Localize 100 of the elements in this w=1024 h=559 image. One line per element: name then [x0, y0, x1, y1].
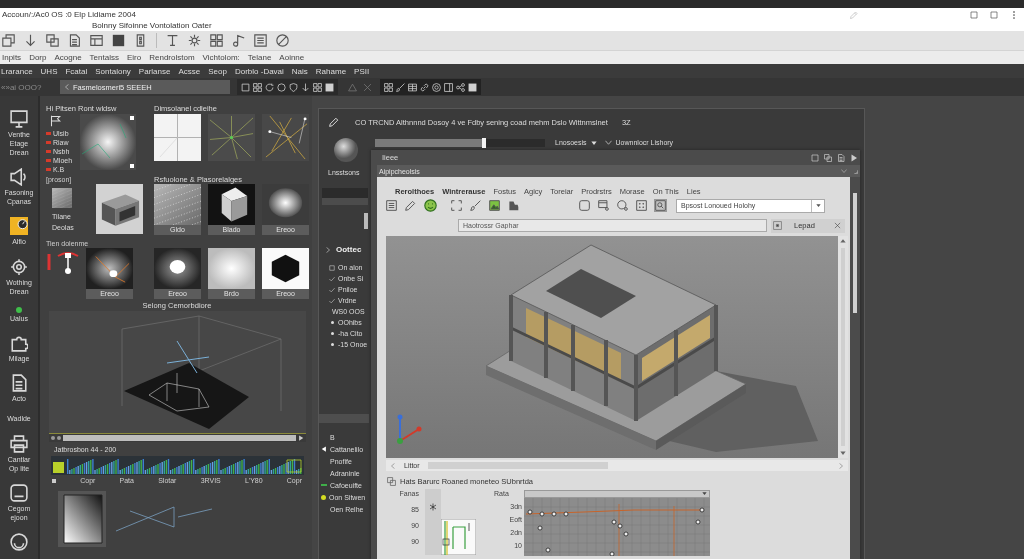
menu-item[interactable]: Parlanse [138, 66, 171, 76]
menu-item[interactable]: Telane [247, 53, 272, 62]
panel-icon[interactable] [444, 82, 453, 92]
marker-icon [46, 132, 51, 135]
menu-item[interactable]: Fcatal [65, 66, 88, 76]
music-note-icon[interactable] [232, 34, 245, 47]
ring-icon[interactable] [10, 532, 28, 551]
vertical-scrollbar[interactable] [850, 177, 860, 559]
close-icon[interactable] [834, 222, 841, 229]
text-icon[interactable] [166, 34, 179, 47]
page-subtitle: Bolnny Sifoinne Vontolation Oater [92, 21, 212, 31]
refresh-icon[interactable] [265, 82, 274, 92]
block-icon[interactable] [508, 200, 519, 211]
menu-item[interactable]: Aoinne [279, 53, 305, 62]
asterisk-icon [429, 503, 437, 511]
horizontal-scrollbar[interactable] [49, 433, 306, 442]
caret-right-icon[interactable] [298, 435, 304, 441]
slider-thumb[interactable] [481, 137, 486, 148]
grid-thumbnail[interactable] [154, 114, 201, 161]
soft-thumbnail[interactable] [208, 248, 255, 289]
menu-item[interactable]: Rahame [315, 66, 347, 76]
solid-square-icon[interactable] [325, 82, 334, 92]
film-icon[interactable] [134, 34, 147, 47]
scrollbar-thumb[interactable] [853, 193, 857, 313]
square-icon [52, 478, 56, 483]
menu-item[interactable]: Dorblo -Davai [234, 66, 284, 76]
kebab-icon[interactable] [1010, 10, 1018, 19]
solid-square-icon[interactable] [112, 34, 125, 47]
menu-item[interactable]: Seop [208, 66, 227, 76]
smiley-icon[interactable] [424, 199, 437, 212]
caret-down-icon[interactable] [840, 238, 846, 244]
table-icon[interactable] [408, 82, 417, 92]
hexagon-thumbnail[interactable] [262, 248, 309, 289]
diagram-drawing [441, 519, 476, 555]
vertical-scrollbar[interactable] [838, 236, 848, 458]
square-icon[interactable] [970, 10, 978, 19]
sphere-preview[interactable] [334, 138, 358, 162]
window-card-icon[interactable] [598, 200, 609, 211]
solid-square-icon[interactable] [468, 82, 477, 92]
scrollbar-thumb[interactable] [427, 462, 608, 469]
target-icon[interactable] [432, 82, 441, 92]
glow-thumbnail[interactable] [154, 248, 201, 289]
document-icon[interactable] [68, 34, 81, 47]
menu-item[interactable]: Inpits [2, 53, 22, 62]
menu-item[interactable]: Acogne [54, 53, 82, 62]
menu-item[interactable]: Acsse [178, 66, 201, 76]
prism-thumbnail[interactable] [208, 184, 255, 225]
scrollbar-thumb[interactable] [63, 435, 296, 441]
waveform-drawing[interactable] [51, 456, 304, 475]
flower-icon[interactable] [188, 34, 201, 47]
menu-item[interactable]: Sontalony [95, 66, 131, 76]
share-icon[interactable] [456, 82, 465, 92]
copy-icon[interactable] [46, 34, 59, 47]
prohibited-icon[interactable] [276, 34, 289, 47]
data-point [537, 525, 543, 531]
box-thumbnail[interactable] [96, 184, 143, 234]
pencil-icon[interactable] [405, 200, 416, 211]
menu-item[interactable]: Rendrolstom [149, 53, 195, 62]
gradient-swatch[interactable] [58, 491, 106, 547]
down-arrow-icon[interactable] [24, 34, 37, 47]
copy-icon[interactable] [387, 476, 396, 486]
menu-item[interactable]: PSII [354, 66, 370, 76]
building-drawing[interactable] [485, 244, 818, 452]
splitter-handle[interactable] [364, 213, 368, 229]
bullet-icon [330, 332, 334, 335]
menu-item[interactable]: Lrarance [1, 66, 33, 76]
grid-icon[interactable] [210, 34, 223, 47]
layout-icon[interactable] [90, 34, 103, 47]
brush-icon[interactable] [470, 200, 481, 211]
mesh-thumbnail[interactable] [52, 188, 72, 208]
menu-item[interactable]: UHS [40, 66, 58, 76]
list-icon[interactable] [254, 34, 267, 47]
mesh-thumbnail[interactable] [154, 184, 201, 225]
stacked-windows-icon[interactable] [2, 34, 15, 47]
menu-item[interactable]: Dorp [29, 53, 47, 62]
link-icon[interactable] [420, 82, 429, 92]
picture-icon[interactable] [489, 200, 500, 211]
marker-icon [46, 141, 51, 144]
square-dot-icon[interactable] [773, 221, 782, 230]
lines-thumbnail[interactable] [262, 114, 309, 161]
glow-preview[interactable] [80, 114, 136, 170]
shield-icon[interactable] [289, 82, 298, 92]
search-box-icon[interactable] [655, 200, 666, 211]
speaker-icon [10, 168, 28, 187]
menu-item[interactable]: Tentalss [89, 53, 119, 62]
caret-down-icon[interactable] [840, 450, 846, 456]
square-icon[interactable] [990, 10, 998, 19]
slider-track[interactable] [375, 138, 545, 147]
flare-thumbnail[interactable] [86, 248, 133, 289]
menu-item[interactable]: Vichtolom: [202, 53, 240, 62]
menu-item[interactable]: Nais [291, 66, 308, 76]
expand-icon[interactable] [451, 200, 462, 211]
caret-right-icon[interactable] [850, 153, 858, 162]
bullet-icon [330, 321, 334, 324]
dots-grid-icon[interactable] [636, 200, 647, 211]
outline-header[interactable]: Oottec [325, 245, 362, 254]
menu-item[interactable]: Eiro [126, 53, 142, 62]
list-icon[interactable] [386, 200, 397, 211]
3d-viewport[interactable] [386, 236, 838, 458]
rays-thumbnail[interactable] [208, 114, 255, 161]
